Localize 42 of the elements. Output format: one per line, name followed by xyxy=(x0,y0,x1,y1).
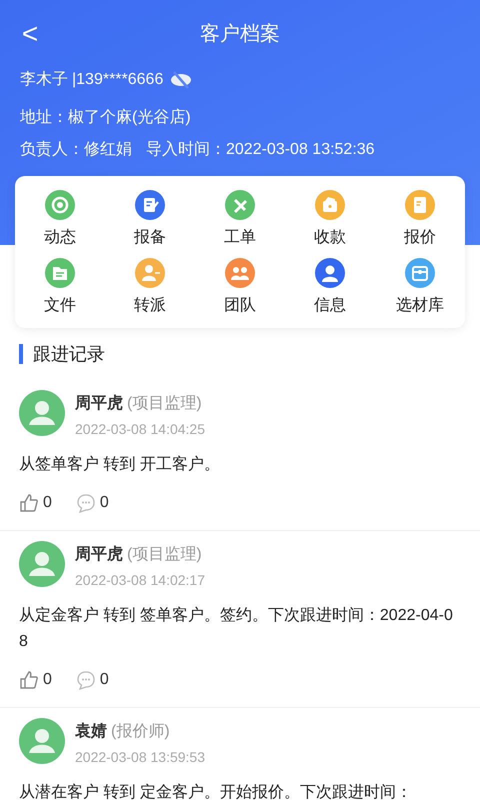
back-button[interactable]: < xyxy=(18,18,42,50)
menu-item[interactable]: 信息 xyxy=(285,258,375,318)
record-time: 2022-03-08 14:02:17 xyxy=(75,571,205,590)
record-text: 从签单客户 转到 开工客户。 xyxy=(19,454,221,475)
comment-icon[interactable] xyxy=(76,670,96,690)
avatar-icon xyxy=(19,718,65,764)
menu-item[interactable]: 团队 xyxy=(195,258,285,318)
menu-item[interactable]: 选材库 xyxy=(375,258,465,318)
avatar-icon xyxy=(19,390,65,436)
avatar-icon xyxy=(19,541,65,587)
page-title: 客户档案 xyxy=(200,22,280,47)
owner-text: 负责人：修红娟 xyxy=(20,140,132,160)
import-time-text: 导入时间：2022-03-08 13:52:36 xyxy=(146,140,375,160)
address-text: 地址：椒了个麻(光谷店) xyxy=(20,108,191,128)
hidden-eye-icon[interactable] xyxy=(169,71,194,89)
author-role: (项目监理) xyxy=(127,394,202,414)
like-count: 0 xyxy=(43,493,52,513)
record-time: 2022-03-08 14:04:25 xyxy=(75,420,205,439)
menu-item[interactable]: 动态 xyxy=(15,190,105,250)
comment-count: 0 xyxy=(100,670,109,690)
menu-item[interactable]: 工单 xyxy=(195,190,285,250)
record-time: 2022-03-08 13:59:53 xyxy=(75,748,205,767)
section-title: 跟进记录 xyxy=(33,342,105,366)
author-name: 周平虎 xyxy=(75,394,123,414)
menu-item[interactable]: 报价 xyxy=(375,190,465,250)
menu-item[interactable]: 文件 xyxy=(15,258,105,318)
customer-name: 李木子 xyxy=(20,70,68,90)
author-role: (项目监理) xyxy=(127,545,202,565)
record-text: 从潜在客户 转到 定金客户。开始报价。下次跟进时间： xyxy=(19,782,413,800)
menu-item[interactable]: 转派 xyxy=(105,258,195,318)
comment-icon[interactable] xyxy=(76,493,96,513)
author-name: 袁婧 xyxy=(75,722,107,742)
thumbs-up-icon[interactable] xyxy=(19,670,39,690)
comment-count: 0 xyxy=(100,493,109,513)
record-text: 从定金客户 转到 签单客户。签约。下次跟进时间：2022-04-08 xyxy=(19,606,454,652)
menu-item[interactable]: 报备 xyxy=(105,190,195,250)
author-role: (报价师) xyxy=(111,722,170,742)
thumbs-up-icon[interactable] xyxy=(19,493,39,513)
author-name: 周平虎 xyxy=(75,544,123,565)
customer-phone: |139****6666 xyxy=(72,70,164,90)
like-count: 0 xyxy=(43,670,52,690)
menu-item[interactable]: 收款 xyxy=(285,190,375,250)
